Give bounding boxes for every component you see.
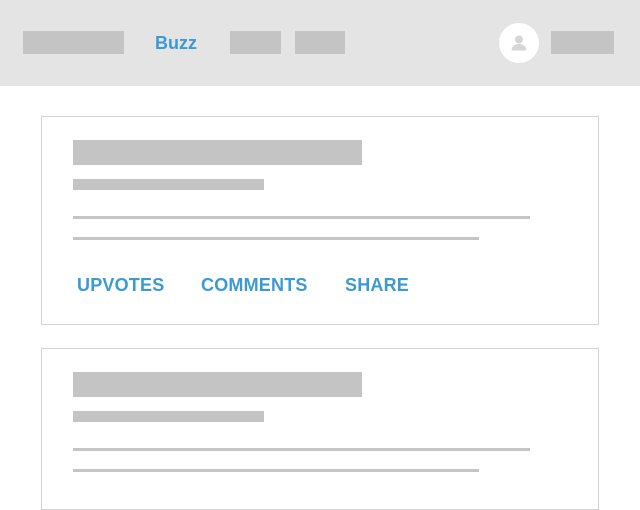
top-navigation-bar: Buzz [0,0,640,86]
comments-button[interactable]: COMMENTS [201,273,308,297]
post-card [41,348,599,510]
post-subtitle-placeholder [73,179,264,190]
post-card: UPVOTES COMMENTS SHARE [41,116,599,325]
share-button[interactable]: SHARE [345,273,409,297]
nav-item-buzz[interactable]: Buzz [155,32,197,54]
post-title-placeholder[interactable] [73,140,362,165]
post-body-line-placeholder [73,448,530,451]
post-body-line-placeholder [73,237,479,240]
post-subtitle-placeholder [73,411,264,422]
username-placeholder[interactable] [551,31,614,54]
upvotes-button[interactable]: UPVOTES [77,273,164,297]
post-body-line-placeholder [73,216,530,219]
nav-item-placeholder[interactable] [295,31,345,54]
avatar-button[interactable] [499,23,539,63]
post-title-placeholder[interactable] [73,372,362,397]
logo-placeholder[interactable] [23,31,124,54]
user-icon [511,35,527,51]
post-body-line-placeholder [73,469,479,472]
nav-item-placeholder[interactable] [230,31,281,54]
